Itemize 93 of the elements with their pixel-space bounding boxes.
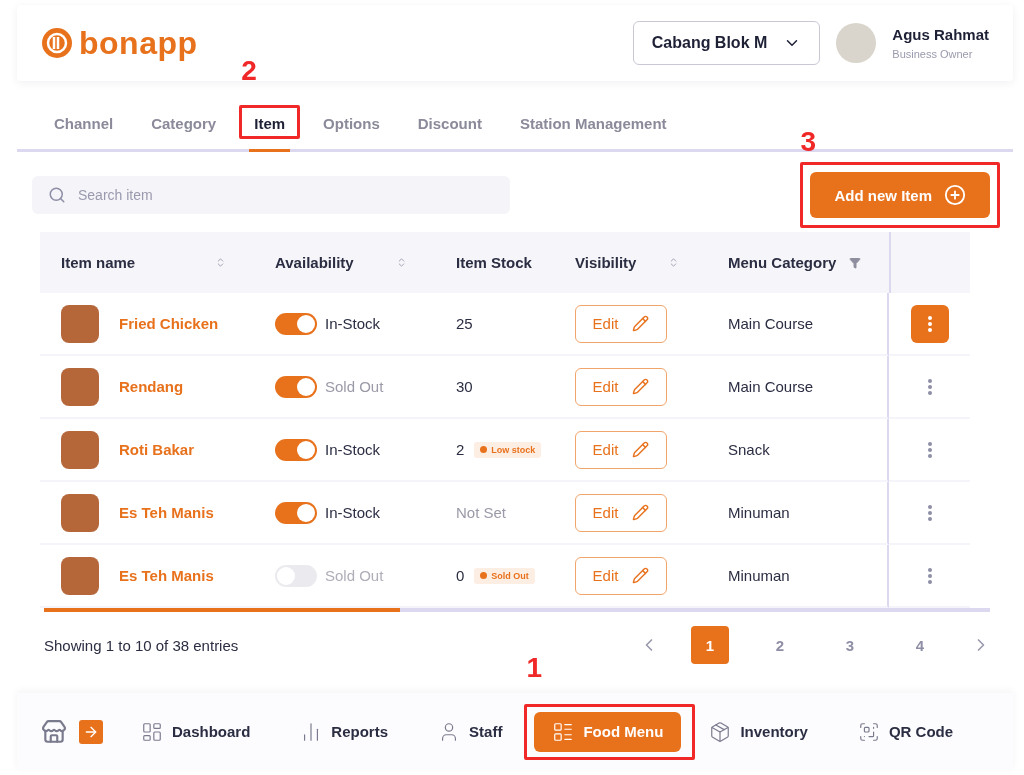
tab[interactable]: Station Management [504, 97, 682, 149]
more-icon [927, 441, 932, 458]
column-header[interactable]: Menu Category [707, 232, 889, 293]
column-header[interactable]: Item Stock [435, 232, 554, 293]
avatar [836, 23, 877, 63]
photo-placeholder [61, 304, 99, 343]
dashboard-icon [141, 720, 163, 743]
toggle-switch[interactable] [275, 312, 317, 335]
pencil-icon [632, 378, 650, 395]
logo-icon [41, 27, 73, 59]
search-icon [48, 186, 66, 204]
highlight-frame [239, 105, 301, 139]
more-icon [927, 567, 932, 584]
edit-button[interactable]: Edit [575, 304, 667, 343]
item-name[interactable]: Es Teh Manis [119, 504, 214, 521]
qr-code-icon [857, 720, 880, 743]
toggle-switch[interactable] [275, 501, 317, 524]
logo-text: bonapp [79, 24, 198, 62]
pencil-icon [632, 441, 650, 458]
category-text: Main Course [728, 378, 814, 395]
edit-button[interactable]: Edit [575, 556, 667, 595]
column-header[interactable]: Item name [40, 232, 254, 293]
availability-status: In-Stock [325, 441, 381, 458]
page-button[interactable]: 3 [831, 626, 869, 664]
box-icon [709, 720, 732, 743]
column-header[interactable]: Availability [254, 232, 435, 293]
more-button[interactable] [910, 304, 949, 343]
plus-circle-icon [944, 184, 966, 206]
edit-button[interactable]: Edit [575, 430, 667, 469]
entries-summary: Showing 1 to 10 of 38 entries [44, 636, 239, 654]
pencil-icon [632, 315, 650, 332]
availability-status: Sold Out [325, 378, 384, 395]
nav-item[interactable]: Food Menu [534, 711, 682, 752]
sort-icon [668, 257, 679, 268]
toggle-switch[interactable] [275, 438, 317, 461]
edit-button[interactable]: Edit [575, 367, 667, 406]
filter-icon [849, 256, 861, 269]
page-button[interactable]: 2 [761, 626, 799, 664]
item-name[interactable]: Fried Chicken [119, 315, 219, 332]
photo-placeholder [61, 493, 99, 532]
availability-status: Sold Out [325, 567, 384, 584]
list-icon [552, 720, 575, 743]
user-role: Business Owner [892, 48, 974, 60]
step-number: 3 [800, 128, 817, 156]
sort-icon [215, 257, 226, 268]
step-number: 2 [241, 57, 257, 85]
page-button[interactable]: 4 [901, 626, 939, 664]
category-text: Main Course [728, 315, 814, 332]
store-icon[interactable] [41, 718, 67, 745]
tab[interactable]: Discount [402, 97, 497, 149]
category-text: Snack [728, 441, 770, 458]
toggle-switch[interactable] [275, 375, 317, 398]
more-icon [927, 315, 932, 332]
pencil-icon [632, 567, 650, 584]
photo-placeholder [61, 367, 99, 406]
tab[interactable]: Category [136, 97, 232, 149]
page-button[interactable]: 1 [691, 626, 729, 664]
user-name: Agus Rahmat [892, 26, 989, 43]
column-header[interactable]: Visibility [554, 232, 707, 293]
nav-item[interactable]: QR Code [839, 711, 972, 752]
sort-icon [396, 257, 407, 268]
edit-button[interactable]: Edit [575, 493, 667, 532]
step-number: 1 [526, 653, 542, 682]
tab[interactable]: Options [308, 97, 395, 149]
add-item-button[interactable]: Add new Item [810, 172, 990, 218]
photo-placeholder [61, 430, 99, 469]
search-field[interactable]: Search item [32, 176, 510, 214]
stock-badge: Sold Out [474, 567, 535, 584]
expand-button[interactable] [79, 719, 103, 744]
nav-item[interactable]: Reports [282, 711, 407, 752]
search-input[interactable]: Search item [76, 186, 494, 204]
stock-badge: Low stock [474, 441, 542, 458]
availability-status: In-Stock [325, 315, 381, 332]
pencil-icon [632, 504, 650, 521]
category-text: Minuman [728, 567, 790, 584]
nav-item[interactable]: Dashboard [123, 711, 269, 752]
stock-value: Not Set [456, 504, 507, 521]
item-name[interactable]: Es Teh Manis [119, 567, 214, 584]
availability-status: In-Stock [325, 504, 381, 521]
stock-value: 2 [456, 441, 465, 458]
nav-item[interactable]: Staff [420, 711, 521, 752]
stock-value: 30 [456, 378, 473, 395]
category-text: Minuman [728, 504, 790, 521]
more-icon [927, 378, 932, 395]
tab[interactable]: Channel [39, 97, 129, 149]
branch-select[interactable]: Cabang Blok M [632, 21, 821, 65]
stock-value: 0 [456, 567, 465, 584]
more-icon [927, 504, 932, 521]
nav-item[interactable]: Inventory [691, 711, 826, 752]
item-name[interactable]: Rendang [119, 378, 184, 395]
item-name[interactable]: Roti Bakar [119, 441, 195, 458]
stock-value: 25 [456, 315, 473, 332]
photo-placeholder [61, 556, 99, 595]
